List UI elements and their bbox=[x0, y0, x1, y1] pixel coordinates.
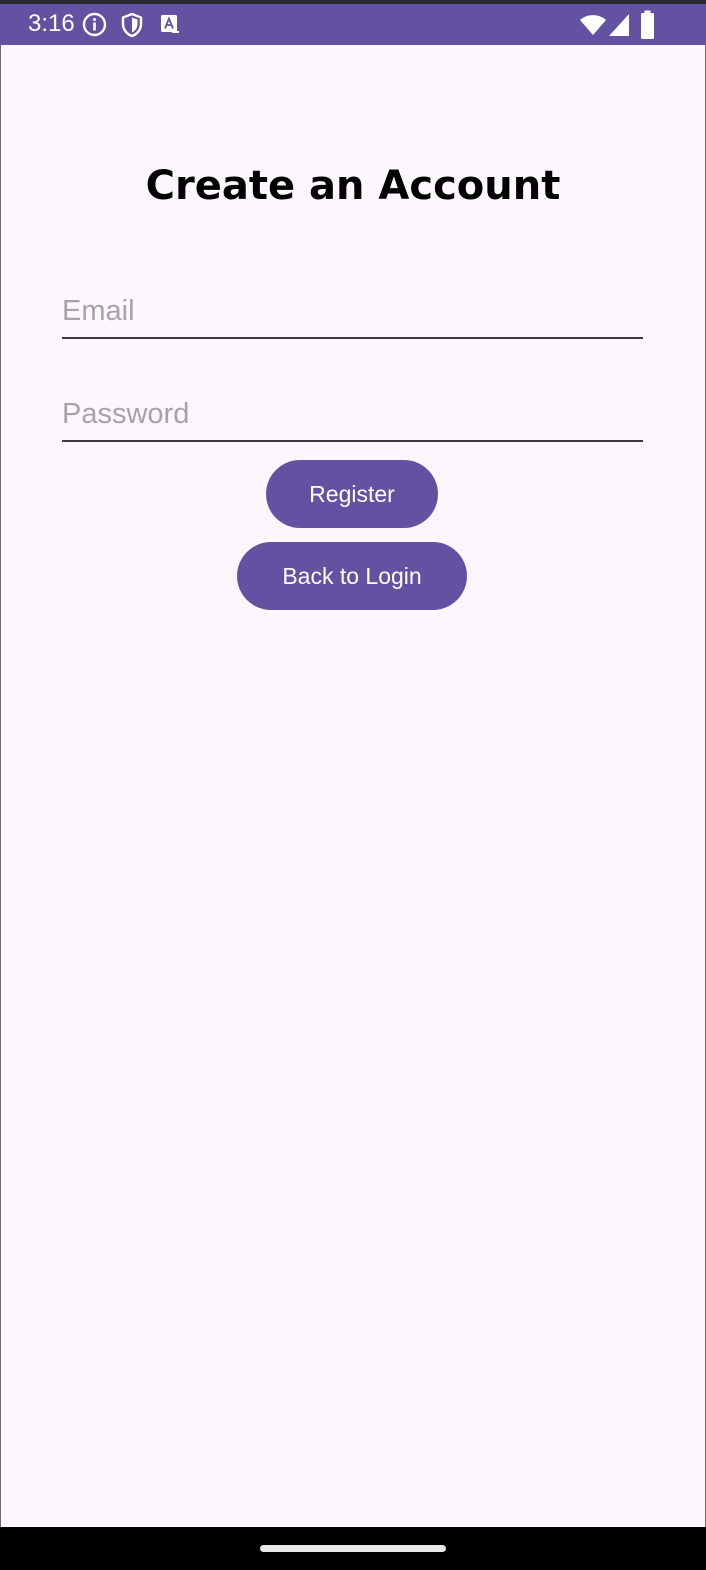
battery-icon bbox=[641, 10, 654, 39]
info-icon bbox=[82, 12, 107, 37]
shield-icon bbox=[121, 12, 143, 38]
app-screen: 3:16 Create an Account Email Register Ba… bbox=[0, 0, 706, 1570]
password-input[interactable] bbox=[62, 390, 643, 438]
wifi-icon bbox=[580, 15, 606, 35]
page-title: Create an Account bbox=[145, 163, 561, 209]
navigation-bar bbox=[0, 1527, 706, 1570]
email-input[interactable] bbox=[62, 287, 643, 335]
cell-signal-icon bbox=[609, 14, 629, 36]
text-a-icon bbox=[161, 15, 179, 33]
email-field bbox=[62, 287, 643, 339]
status-time: 3:16 bbox=[28, 10, 75, 37]
home-handle[interactable] bbox=[260, 1545, 446, 1552]
back-to-login-button[interactable]: Back to Login bbox=[237, 542, 467, 610]
register-button[interactable]: Register bbox=[266, 460, 438, 528]
register-form: Create an Account Register Back to Login bbox=[1, 45, 705, 1527]
status-bar: 3:16 bbox=[0, 4, 706, 45]
password-field bbox=[62, 390, 643, 442]
